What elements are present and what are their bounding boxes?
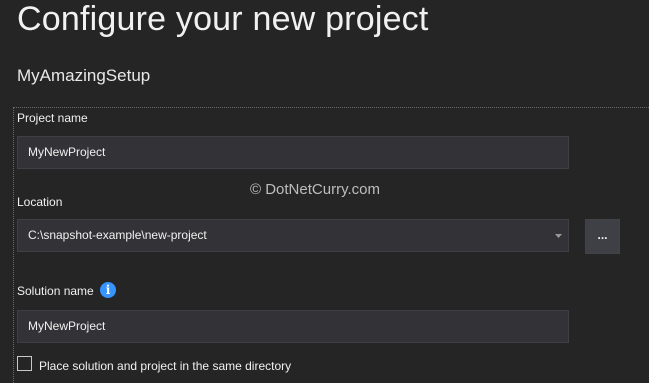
location-combobox[interactable]: C:\snapshot-example\new-project <box>17 219 569 252</box>
solution-name-input[interactable]: MyNewProject <box>17 310 569 343</box>
location-label: Location <box>17 195 63 209</box>
template-name: MyAmazingSetup <box>17 66 151 85</box>
project-name-value: MyNewProject <box>28 145 106 159</box>
solution-name-value: MyNewProject <box>28 319 106 333</box>
solution-name-label: Solution name <box>17 284 94 298</box>
project-name-label: Project name <box>17 111 88 125</box>
chevron-down-icon[interactable] <box>548 220 568 251</box>
page-title: Configure your new project <box>17 0 429 38</box>
same-directory-label[interactable]: Place solution and project in the same d… <box>39 359 291 373</box>
watermark: © DotNetCurry.com <box>250 181 380 198</box>
project-name-input[interactable]: MyNewProject <box>17 136 569 169</box>
info-icon[interactable]: i <box>100 282 116 298</box>
same-directory-checkbox[interactable] <box>17 356 32 371</box>
location-value: C:\snapshot-example\new-project <box>28 228 207 242</box>
browse-button[interactable]: ... <box>585 219 620 254</box>
